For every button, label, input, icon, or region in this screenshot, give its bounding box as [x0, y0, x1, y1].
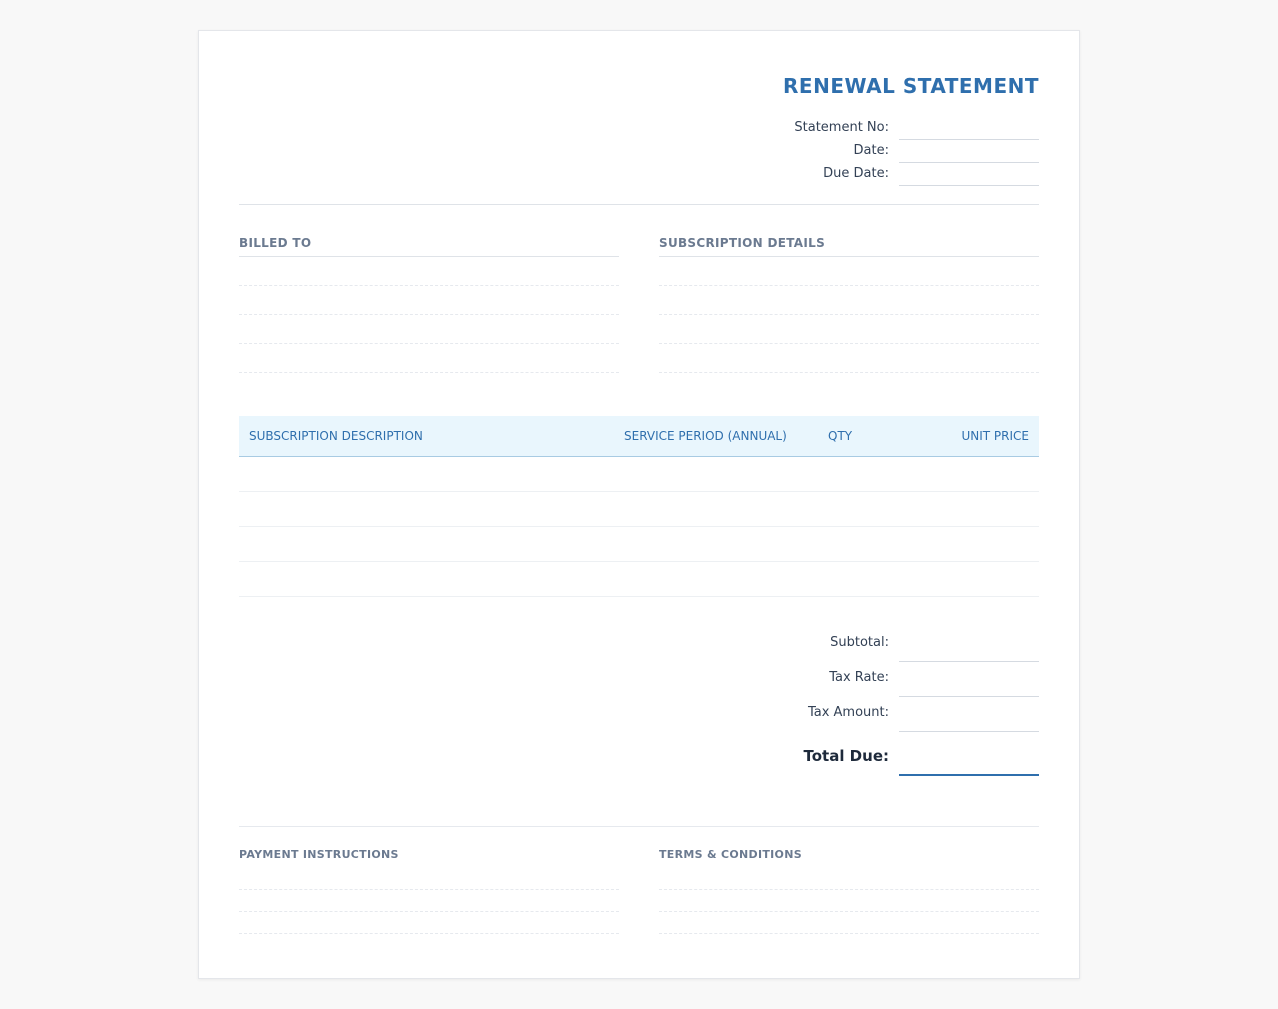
subscription-details-line[interactable]	[659, 315, 1039, 344]
subscription-details-section: SUBSCRIPTION DETAILS	[659, 236, 1039, 373]
payment-instructions-line[interactable]	[239, 912, 619, 934]
tax-amount-field[interactable]	[899, 731, 1039, 732]
document-title: RENEWAL STATEMENT	[783, 74, 1039, 98]
subscription-details-line[interactable]	[659, 286, 1039, 315]
statement-sheet: RENEWAL STATEMENT Statement No: Date: Du…	[198, 30, 1080, 979]
subtotal-row: Subtotal:	[639, 627, 1039, 662]
statement-number-row: Statement No:	[639, 117, 1039, 140]
billed-to-line[interactable]	[239, 257, 619, 286]
column-header-description: SUBSCRIPTION DESCRIPTION	[249, 429, 423, 443]
total-due-label: Total Due:	[803, 747, 889, 765]
subtotal-label: Subtotal:	[830, 635, 889, 650]
total-due-row: Total Due:	[639, 736, 1039, 776]
tax-rate-row: Tax Rate:	[639, 662, 1039, 697]
header-divider	[239, 204, 1039, 205]
terms-conditions-line[interactable]	[659, 868, 1039, 890]
column-header-unit-price: UNIT PRICE	[961, 429, 1029, 443]
subscription-details-line[interactable]	[659, 257, 1039, 286]
statement-number-label: Statement No:	[794, 120, 889, 135]
terms-conditions-line[interactable]	[659, 912, 1039, 934]
billed-to-line[interactable]	[239, 344, 619, 373]
billed-to-heading: BILLED TO	[239, 236, 619, 257]
table-header: SUBSCRIPTION DESCRIPTION SERVICE PERIOD …	[239, 416, 1039, 457]
tax-amount-label: Tax Amount:	[807, 705, 889, 720]
billed-to-line[interactable]	[239, 286, 619, 315]
due-date-label: Due Date:	[823, 166, 889, 181]
payment-instructions-heading: PAYMENT INSTRUCTIONS	[239, 848, 399, 861]
terms-conditions-section: TERMS & CONDITIONS	[659, 848, 1039, 934]
table-row[interactable]	[239, 562, 1039, 597]
subscription-details-line[interactable]	[659, 344, 1039, 373]
billed-to-section: BILLED TO	[239, 236, 619, 373]
due-date-field[interactable]	[899, 185, 1039, 186]
column-header-qty: QTY	[828, 429, 853, 443]
billed-to-line[interactable]	[239, 315, 619, 344]
footer-divider	[239, 826, 1039, 827]
due-date-row: Due Date:	[639, 163, 1039, 186]
subscription-details-heading: SUBSCRIPTION DETAILS	[659, 236, 1039, 257]
subscription-table: SUBSCRIPTION DESCRIPTION SERVICE PERIOD …	[239, 416, 1039, 597]
column-header-service-period: SERVICE PERIOD (ANNUAL)	[624, 429, 787, 443]
payment-instructions-line[interactable]	[239, 868, 619, 890]
terms-conditions-line[interactable]	[659, 890, 1039, 912]
table-row[interactable]	[239, 457, 1039, 492]
total-due-field[interactable]	[899, 774, 1039, 776]
table-row[interactable]	[239, 527, 1039, 562]
date-label: Date:	[853, 143, 889, 158]
payment-instructions-section: PAYMENT INSTRUCTIONS	[239, 848, 619, 934]
payment-instructions-line[interactable]	[239, 890, 619, 912]
terms-conditions-heading: TERMS & CONDITIONS	[659, 848, 802, 861]
tax-rate-label: Tax Rate:	[829, 670, 889, 685]
tax-amount-row: Tax Amount:	[639, 697, 1039, 732]
table-row[interactable]	[239, 492, 1039, 527]
date-row: Date:	[639, 140, 1039, 163]
